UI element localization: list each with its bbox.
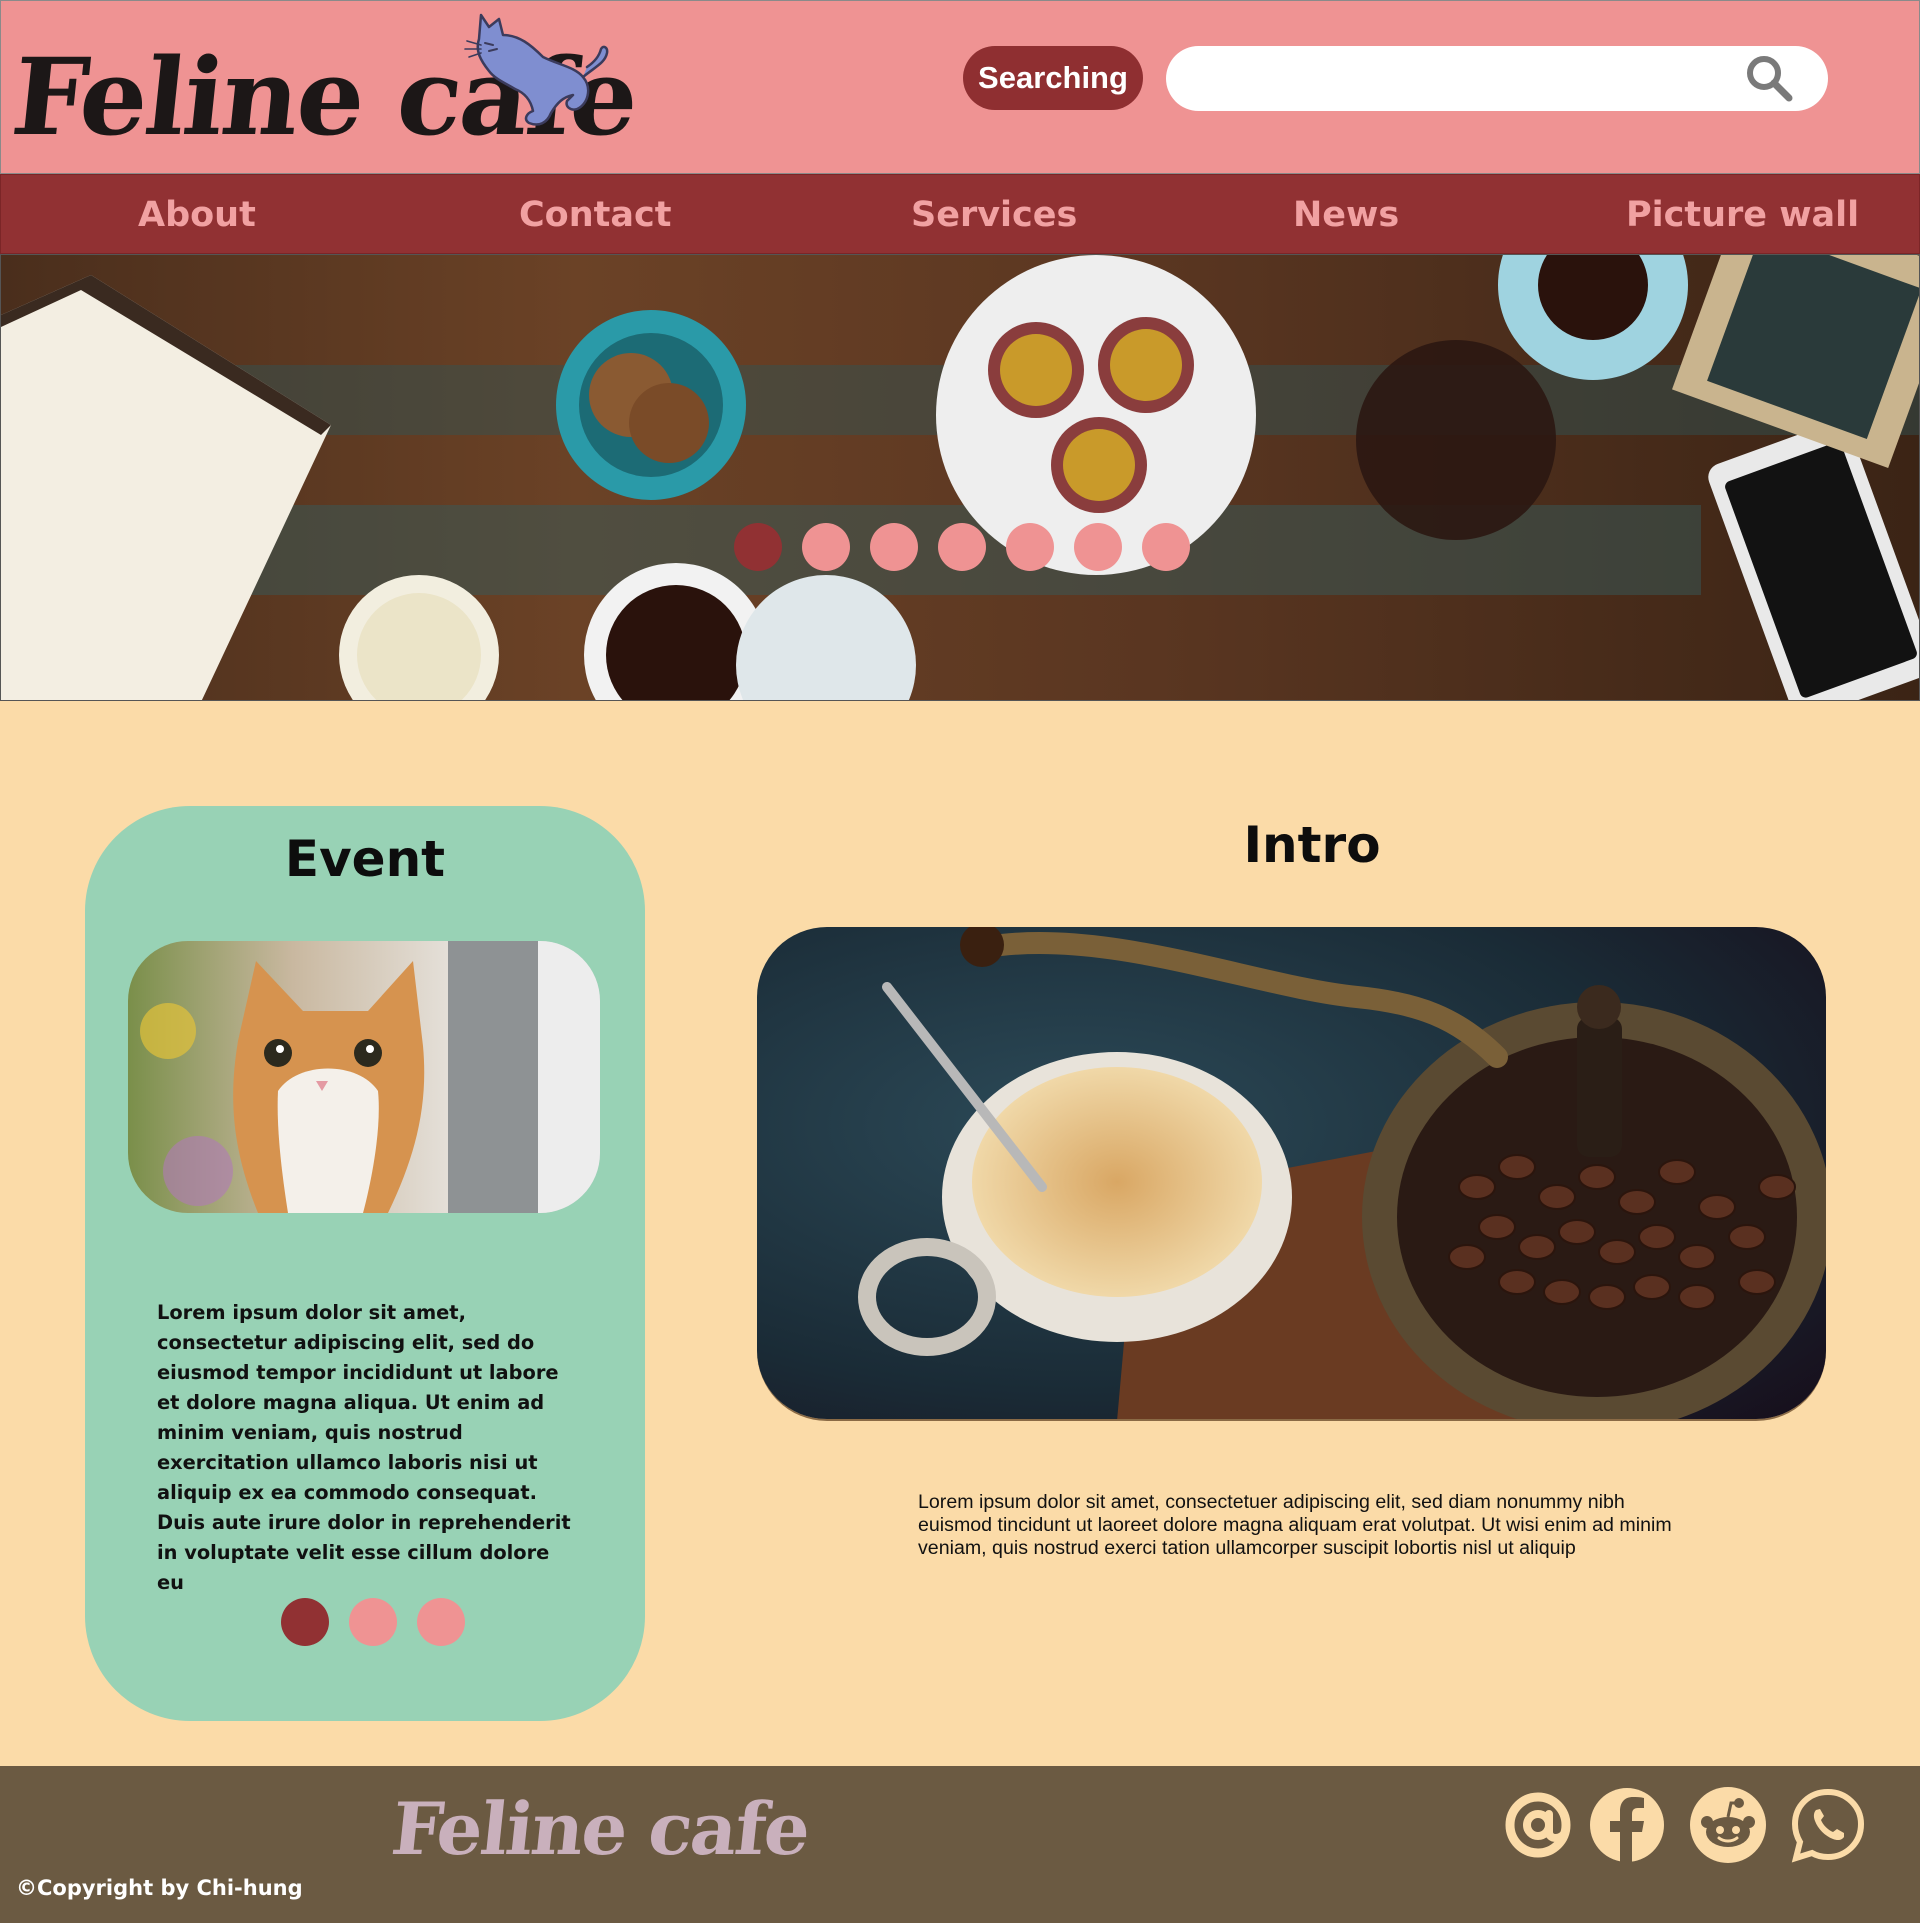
hero-image [1, 255, 1919, 700]
hero-dot-2[interactable] [802, 523, 850, 571]
event-dot-3[interactable] [417, 1598, 465, 1646]
reddit-icon[interactable] [1689, 1786, 1767, 1864]
hero-dot-3[interactable] [870, 523, 918, 571]
email-at-icon[interactable] [1499, 1786, 1577, 1864]
nav-item-picture-wall[interactable]: Picture wall [1626, 175, 1859, 255]
event-description: Lorem ipsum dolor sit amet, consectetur … [157, 1301, 571, 1594]
nav-item-news[interactable]: News [1293, 175, 1399, 255]
hero-carousel-dots [734, 523, 1190, 571]
coffee-grinder-image [757, 927, 1826, 1419]
search-button[interactable]: Searching [963, 46, 1143, 110]
event-dot-1[interactable] [281, 1598, 329, 1646]
kitten-image [128, 941, 600, 1213]
search-input[interactable] [1166, 46, 1828, 111]
cat-logo-icon [464, 13, 609, 126]
hero-dot-7[interactable] [1142, 523, 1190, 571]
search-icon[interactable] [1744, 53, 1794, 103]
event-card: Event Lorem ipsum dolor sit amet, consec… [85, 806, 645, 1721]
event-dot-2[interactable] [349, 1598, 397, 1646]
hero-dot-5[interactable] [1006, 523, 1054, 571]
hero-carousel [0, 254, 1920, 701]
hero-dot-4[interactable] [938, 523, 986, 571]
main-nav: About Contact Services News Picture wall [0, 174, 1920, 254]
event-title: Event [284, 830, 446, 888]
facebook-icon[interactable] [1588, 1786, 1666, 1864]
site-header: Feline cafe Searching [0, 0, 1920, 174]
whatsapp-icon[interactable] [1789, 1786, 1867, 1864]
nav-item-about[interactable]: About [138, 175, 256, 255]
hero-dot-6[interactable] [1074, 523, 1122, 571]
hero-dot-1[interactable] [734, 523, 782, 571]
intro-photo [757, 927, 1826, 1421]
event-carousel-dots [281, 1598, 465, 1646]
intro-description: Lorem ipsum dolor sit amet, consectetuer… [918, 1491, 1672, 1559]
copyright-text: ©Copyright by Chi-hung [16, 1876, 303, 1900]
footer-logo[interactable]: Feline cafe [388, 1786, 813, 1871]
site-footer: Feline cafe ©Copyright by Chi-hung [0, 1766, 1920, 1923]
intro-title: Intro [1243, 816, 1381, 874]
event-photo[interactable] [128, 941, 600, 1213]
nav-item-services[interactable]: Services [911, 175, 1077, 255]
nav-item-contact[interactable]: Contact [519, 175, 671, 255]
